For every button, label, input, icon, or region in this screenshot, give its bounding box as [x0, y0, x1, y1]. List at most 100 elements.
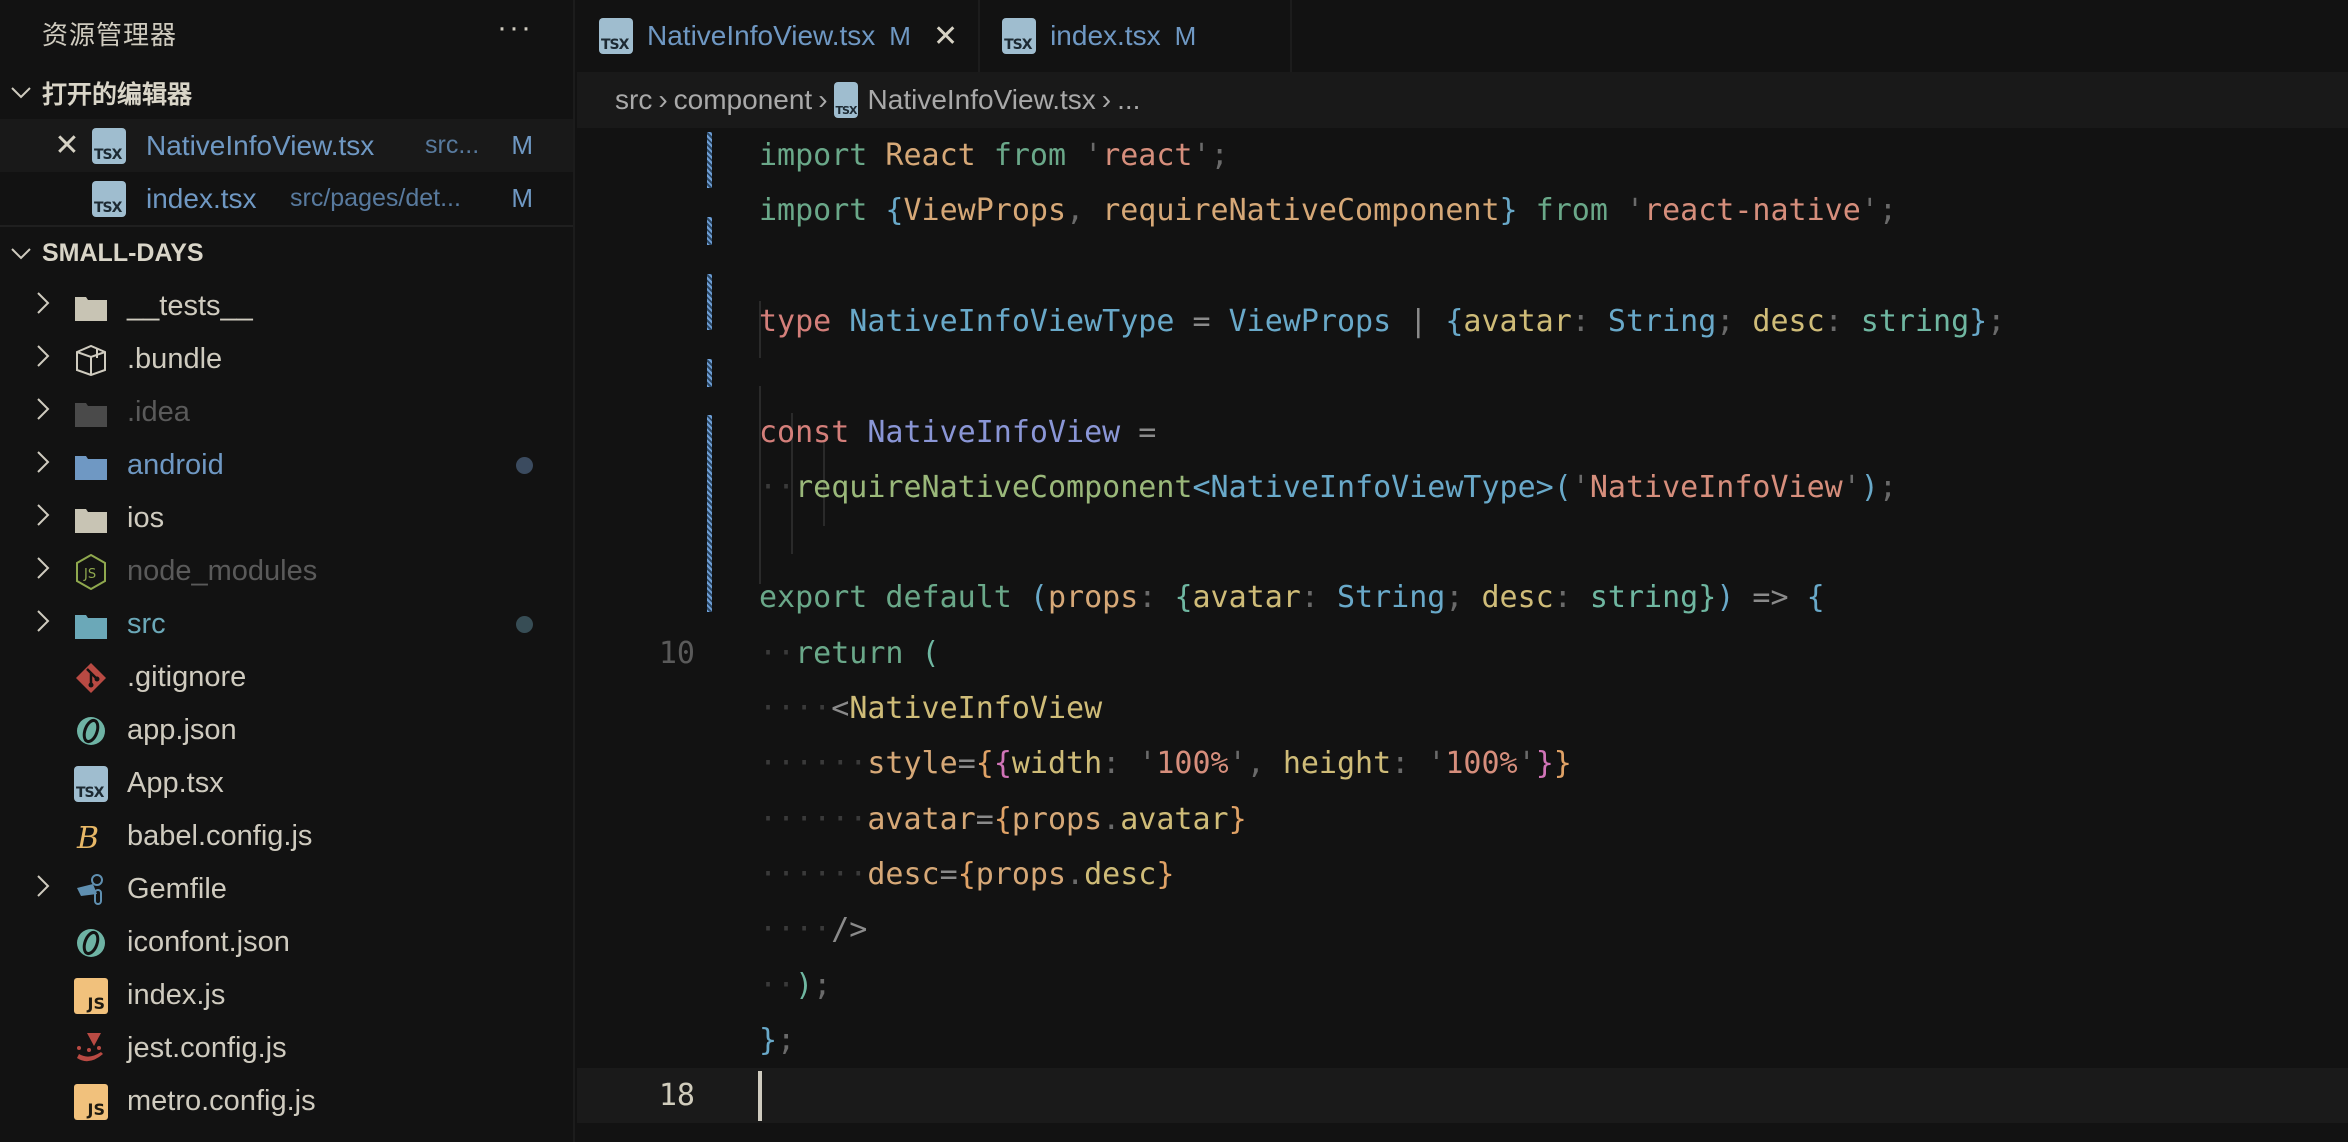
- chevron-down-icon: [6, 247, 36, 261]
- open-editors-section-header[interactable]: 打开的编辑器: [0, 66, 573, 119]
- code-token: =: [939, 856, 958, 892]
- tab-native-info-view[interactable]: TSX NativeInfoView.tsx M ✕: [577, 0, 981, 72]
- modified-badge: M: [1174, 20, 1197, 51]
- code-token: =>: [1734, 580, 1807, 616]
- code-line[interactable]: ··requireNativeComponent<NativeInfoViewT…: [577, 460, 2348, 515]
- code-line[interactable]: type NativeInfoViewType = ViewProps | {a…: [577, 294, 2348, 349]
- tree-item-ios[interactable]: ios: [0, 492, 573, 545]
- file-tree: __tests__ .bundle .idea android ios JS n…: [0, 280, 573, 1128]
- code-line[interactable]: ······style={{width: '100%', height: '10…: [577, 736, 2348, 791]
- code-line[interactable]: export default (props: {avatar: String; …: [577, 570, 2348, 625]
- code-text: export default (props: {avatar: String; …: [759, 580, 1825, 615]
- code-line[interactable]: 18: [577, 1068, 2348, 1124]
- tab-bar: TSX NativeInfoView.tsx M ✕ TSX index.tsx…: [577, 0, 2348, 72]
- code-line[interactable]: };: [577, 1013, 2348, 1068]
- code-line[interactable]: import React from 'react';: [577, 128, 2348, 183]
- code-token: :: [1391, 746, 1428, 782]
- code-line[interactable]: [577, 239, 2348, 294]
- tree-item-src[interactable]: src: [0, 598, 573, 651]
- tree-item-android[interactable]: android: [0, 439, 573, 492]
- code-token: ): [1860, 469, 1879, 505]
- tsx-file-icon: TSX: [74, 765, 108, 802]
- code-text: ··requireNativeComponent<NativeInfoViewT…: [759, 470, 1897, 505]
- breadcrumb-item[interactable]: src: [615, 84, 652, 116]
- code-token: NativeInfoViewType: [831, 303, 1175, 339]
- more-actions-button[interactable]: ···: [497, 13, 533, 43]
- breadcrumb-item[interactable]: NativeInfoView.tsx: [868, 84, 1096, 116]
- code-token: {: [1174, 580, 1193, 616]
- code-text: ··return (: [759, 636, 940, 671]
- tree-item-app-json[interactable]: app.json: [0, 704, 573, 757]
- code-line[interactable]: [577, 349, 2348, 404]
- code-token: {: [1806, 580, 1825, 616]
- code-token: string: [1589, 580, 1699, 616]
- breadcrumb-item[interactable]: component: [674, 84, 813, 116]
- tree-item-app-tsx[interactable]: TSX App.tsx: [0, 757, 573, 810]
- chevron-right-icon: [36, 343, 58, 376]
- tree-item-node-modules[interactable]: JS node_modules: [0, 545, 573, 598]
- code-line[interactable]: ····<NativeInfoView: [577, 681, 2348, 736]
- close-icon[interactable]: ✕: [54, 128, 80, 163]
- code-line[interactable]: ··);: [577, 958, 2348, 1013]
- tab-index[interactable]: TSX index.tsx M: [980, 0, 1293, 72]
- code-text: ····<NativeInfoView: [759, 691, 1102, 726]
- code-text: const NativeInfoView =: [759, 415, 1156, 450]
- open-editor-item[interactable]: ✕ TSX NativeInfoView.tsx src... M: [0, 119, 573, 172]
- breadcrumb-item[interactable]: ...: [1117, 84, 1140, 116]
- code-token: ): [1716, 580, 1735, 616]
- close-tab-icon[interactable]: ✕: [933, 19, 958, 54]
- tree-item-index-js[interactable]: JS index.js: [0, 969, 573, 1022]
- code-line[interactable]: [577, 515, 2348, 570]
- code-token: 100%: [1445, 746, 1518, 782]
- tree-item-label: jest.config.js: [127, 1032, 287, 1064]
- tree-item-label: __tests__: [127, 290, 253, 322]
- code-line[interactable]: 10 ··return (: [577, 626, 2348, 681]
- tree-item-label: android: [127, 449, 224, 481]
- code-editor[interactable]: import React from 'react'; import {ViewPr…: [577, 128, 2348, 1142]
- code-token: NativeInfoView: [1589, 469, 1843, 505]
- svg-text:JS: JS: [83, 567, 96, 582]
- folder-icon: [74, 396, 108, 430]
- chevron-right-icon: [36, 449, 58, 482]
- tree-item-idea[interactable]: .idea: [0, 386, 573, 439]
- tree-item-babel-config[interactable]: B babel.config.js: [0, 810, 573, 863]
- code-text: ····/>: [759, 912, 867, 947]
- chevron-right-icon: ›: [1101, 84, 1112, 115]
- code-token: height: [1282, 746, 1392, 782]
- tree-item-gitignore[interactable]: .gitignore: [0, 651, 573, 704]
- code-token: ;: [1445, 580, 1482, 616]
- code-token: String: [1607, 303, 1717, 339]
- gemfile-icon: [74, 873, 108, 907]
- package-box-icon: [74, 343, 108, 377]
- code-token: >: [1535, 469, 1554, 505]
- tsx-file-icon: TSX: [833, 82, 858, 118]
- tree-item-iconfont-json[interactable]: iconfont.json: [0, 916, 573, 969]
- code-token: ,: [1246, 746, 1283, 782]
- tab-label: NativeInfoView.tsx: [647, 20, 876, 51]
- code-line[interactable]: ····/>: [577, 902, 2348, 957]
- code-token: ··: [759, 635, 796, 671]
- open-editor-item[interactable]: TSX index.tsx src/pages/det... M: [0, 172, 573, 225]
- text-cursor: [758, 1070, 762, 1121]
- tree-item-bundle[interactable]: .bundle: [0, 333, 573, 386]
- code-line[interactable]: const NativeInfoView =: [577, 405, 2348, 460]
- open-editor-name: index.tsx: [146, 182, 257, 214]
- tree-item-tests[interactable]: __tests__: [0, 280, 573, 333]
- code-token: ··: [759, 967, 796, 1003]
- tree-item-metro-config[interactable]: JS metro.config.js: [0, 1075, 573, 1128]
- code-token: React: [867, 138, 994, 173]
- code-token: String: [1337, 580, 1446, 616]
- code-token: string: [1860, 303, 1970, 339]
- code-line[interactable]: ······desc={props.desc}: [577, 847, 2348, 902]
- folder-icon: [74, 290, 108, 324]
- code-token: }: [1553, 746, 1572, 782]
- code-token: ;: [777, 1022, 796, 1058]
- tsx-file-icon: TSX: [92, 180, 126, 217]
- project-section-header[interactable]: SMALL-DAYS: [0, 227, 573, 280]
- tree-item-gemfile[interactable]: Gemfile: [0, 863, 573, 916]
- code-line[interactable]: ······avatar={props.avatar}: [577, 792, 2348, 847]
- code-line[interactable]: import {ViewProps, requireNativeComponen…: [577, 183, 2348, 238]
- tree-item-jest-config[interactable]: jest.config.js: [0, 1022, 573, 1075]
- json-swirl-icon: [74, 926, 108, 960]
- chevron-right-icon: [36, 608, 58, 641]
